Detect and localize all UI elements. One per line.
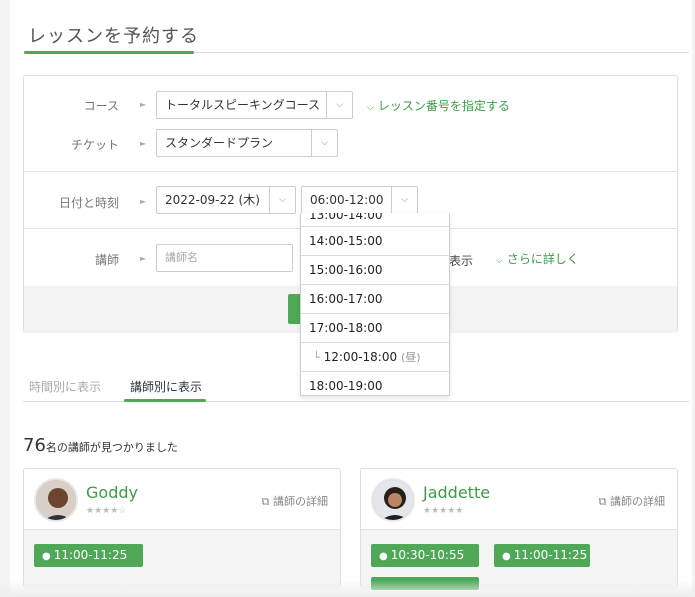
tab-by-time[interactable]: 時間別に表示 [29, 378, 101, 395]
clock-icon: ● [42, 551, 51, 562]
clock-icon: ● [502, 551, 511, 562]
ticket-label: チケット [70, 138, 119, 152]
result-count-number: 76 [23, 435, 46, 456]
sub-item-corner-icon: └ [313, 351, 320, 364]
teacher-card: Jaddette ★★★★★ ⧉ 講師の詳細 ● 10:30-10:55 ● 11:… [360, 468, 678, 590]
title-accent-bar [24, 51, 194, 54]
time-slot-label: 11:00-11:25 [53, 548, 128, 562]
time-select-value: 06:00-12:00 [310, 193, 384, 207]
chevron-down-icon: ⌵ [326, 92, 352, 118]
page-title: レッスンを予約する [28, 26, 199, 47]
teacher-card-header: Goddy ★★★★☆ ⧉ 講師の詳細 [24, 469, 340, 529]
chevron-down-icon: ⌵ [391, 187, 417, 213]
time-option[interactable]: 15:00-16:00 [301, 256, 449, 285]
teacher-detail-text: 講師の詳細 [273, 495, 328, 508]
rating-stars: ★★★★☆ [86, 506, 127, 516]
time-option[interactable]: 13:00-14:00 [301, 213, 449, 227]
time-option-note: (昼) [400, 351, 421, 364]
ticket-select[interactable]: スタンダードプラン ⌵ [156, 129, 338, 157]
time-slot-label: 11:00-11:25 [513, 548, 588, 562]
external-link-icon: ⧉ [261, 495, 270, 508]
teacher-label: 講師 [94, 253, 119, 267]
course-arrow-icon: ► [140, 100, 147, 109]
datetime-arrow-icon: ► [140, 197, 147, 206]
lesson-number-link[interactable]: ⌵ レッスン番号を指定する [367, 97, 510, 114]
tab-by-teacher[interactable]: 講師別に表示 [130, 378, 202, 395]
time-select[interactable]: 06:00-12:00 ⌵ [301, 186, 418, 214]
show-text: 表示 [449, 254, 474, 268]
view-tabs: 時間別に表示 講師別に表示 [23, 372, 689, 402]
ticket-arrow-icon: ► [140, 139, 147, 148]
chevron-down-icon: ⌵ [269, 187, 295, 213]
course-label: コース [83, 99, 119, 113]
course-select-value: トータルスピーキングコース [165, 98, 321, 112]
time-slot-button[interactable]: ● 11:00-11:25 [34, 544, 143, 567]
teacher-name-input[interactable]: 講師名 [156, 244, 293, 272]
time-option-afternoon[interactable]: └ 12:00-18:00 (昼) [301, 343, 449, 372]
time-slot-button[interactable]: ● 11:00-11:25 [494, 544, 590, 567]
teacher-photo-icon [36, 480, 76, 520]
rating-stars: ★★★★★ [423, 506, 464, 516]
form-divider [24, 171, 677, 172]
time-dropdown-list: 13:00-14:00 14:00-15:00 15:00-16:00 16:0… [300, 213, 450, 396]
bottom-fade [0, 580, 695, 597]
teacher-name-link[interactable]: Jaddette [423, 483, 490, 502]
teacher-photo-icon [373, 480, 413, 520]
time-option[interactable]: 17:00-18:00 [301, 314, 449, 343]
teacher-card: Goddy ★★★★☆ ⧉ 講師の詳細 ● 11:00-11:25 [23, 468, 341, 589]
teacher-name-link[interactable]: Goddy [86, 483, 138, 502]
avatar[interactable] [371, 478, 415, 522]
chevron-down-icon: ⌵ [367, 103, 374, 113]
date-select-value: 2022-09-22 (木) [165, 193, 260, 207]
date-select[interactable]: 2022-09-22 (木) ⌵ [156, 186, 296, 214]
teacher-detail-link[interactable]: ⧉ 講師の詳細 [262, 493, 328, 509]
result-count: 76名の講師が見つかりました [23, 435, 178, 456]
time-option[interactable]: 14:00-15:00 [301, 227, 449, 256]
external-link-icon: ⧉ [598, 495, 607, 508]
chevron-down-icon: ⌵ [496, 256, 503, 266]
teacher-detail-text: 講師の詳細 [610, 495, 665, 508]
time-slot-button[interactable]: ● 10:30-10:55 [371, 544, 479, 567]
time-option-label: 12:00-18:00 [323, 350, 398, 364]
more-options-link-text: さらに詳しく [506, 252, 579, 266]
result-count-suffix: 名の講師が見つかりました [45, 441, 178, 454]
active-tab-indicator [124, 399, 206, 402]
clock-icon: ● [379, 551, 388, 562]
teacher-arrow-icon: ► [140, 254, 147, 263]
avatar[interactable] [34, 478, 78, 522]
time-option[interactable]: 16:00-17:00 [301, 285, 449, 314]
teacher-card-header: Jaddette ★★★★★ ⧉ 講師の詳細 [361, 469, 677, 529]
booking-page: レッスンを予約する コース ► トータルスピーキングコース ⌵ ⌵ レッスン番号を… [10, 0, 692, 597]
more-options-link[interactable]: ⌵ さらに詳しく [496, 250, 579, 267]
chevron-down-icon: ⌵ [311, 130, 337, 156]
teacher-detail-link[interactable]: ⧉ 講師の詳細 [599, 493, 665, 509]
time-slot-label: 10:30-10:55 [390, 548, 465, 562]
ticket-select-value: スタンダードプラン [165, 136, 274, 150]
lesson-number-link-text: レッスン番号を指定する [377, 99, 510, 113]
teacher-name-placeholder: 講師名 [165, 251, 198, 264]
datetime-label: 日付と時刻 [58, 196, 119, 210]
course-select[interactable]: トータルスピーキングコース ⌵ [156, 91, 353, 119]
